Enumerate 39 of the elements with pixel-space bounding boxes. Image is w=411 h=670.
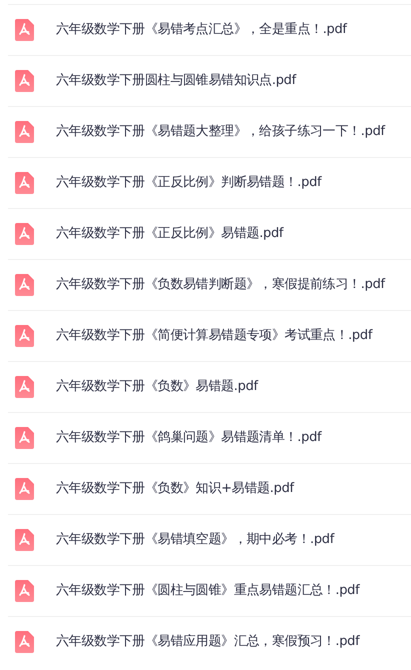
file-row[interactable]: 六年级数学下册《负数》易错题.pdf bbox=[8, 361, 411, 412]
pdf-file-icon bbox=[15, 376, 34, 398]
pdf-file-icon bbox=[15, 325, 34, 347]
pdf-file-icon bbox=[15, 19, 34, 41]
pdf-file-icon bbox=[15, 478, 34, 500]
pdf-file-icon bbox=[15, 529, 34, 551]
pdf-file-icon bbox=[15, 223, 34, 245]
file-row[interactable]: 六年级数学下册《易错题大整理》，给孩子练习一下！.pdf bbox=[8, 106, 411, 157]
file-name: 六年级数学下册《易错考点汇总》，全是重点！.pdf bbox=[56, 21, 347, 40]
file-row[interactable]: 六年级数学下册《负数》知识+易错题.pdf bbox=[8, 463, 411, 514]
file-row[interactable]: 六年级数学下册《正反比例》易错题.pdf bbox=[8, 208, 411, 259]
file-row[interactable]: 六年级数学下册圆柱与圆锥易错知识点.pdf bbox=[8, 55, 411, 106]
file-name: 六年级数学下册圆柱与圆锥易错知识点.pdf bbox=[56, 72, 296, 90]
file-row[interactable]: 六年级数学下册《正反比例》判断易错题！.pdf bbox=[8, 157, 411, 208]
file-name: 六年级数学下册《负数易错判断题》，寒假提前练习！.pdf bbox=[56, 276, 385, 294]
file-name: 六年级数学下册《负数》知识+易错题.pdf bbox=[56, 480, 294, 498]
pdf-file-icon bbox=[15, 121, 34, 143]
file-name: 六年级数学下册《简便计算易错题专项》考试重点！.pdf bbox=[56, 327, 372, 346]
file-name: 六年级数学下册《正反比例》判断易错题！.pdf bbox=[56, 174, 322, 192]
file-name: 六年级数学下册《易错题大整理》，给孩子练习一下！.pdf bbox=[56, 123, 385, 142]
file-name: 六年级数学下册《易错填空题》，期中必考！.pdf bbox=[56, 531, 334, 550]
file-name: 六年级数学下册《易错应用题》汇总，寒假预习！.pdf bbox=[56, 633, 360, 652]
file-row[interactable]: 六年级数学下册《易错应用题》汇总，寒假预习！.pdf bbox=[8, 616, 411, 667]
pdf-file-icon bbox=[15, 172, 34, 194]
file-name: 六年级数学下册《鸽巢问题》易错题清单！.pdf bbox=[56, 429, 322, 448]
pdf-file-icon bbox=[15, 631, 34, 653]
pdf-file-icon bbox=[15, 274, 34, 296]
file-name: 六年级数学下册《正反比例》易错题.pdf bbox=[56, 225, 284, 244]
pdf-file-icon bbox=[15, 70, 34, 92]
file-name: 六年级数学下册《负数》易错题.pdf bbox=[56, 378, 258, 396]
pdf-file-icon bbox=[15, 580, 34, 602]
file-row[interactable]: 六年级数学下册《鸽巢问题》易错题清单！.pdf bbox=[8, 412, 411, 463]
file-row[interactable]: 六年级数学下册《简便计算易错题专项》考试重点！.pdf bbox=[8, 310, 411, 361]
pdf-file-icon bbox=[15, 427, 34, 449]
file-row[interactable]: 六年级数学下册《负数易错判断题》，寒假提前练习！.pdf bbox=[8, 259, 411, 310]
file-name: 六年级数学下册《圆柱与圆锥》重点易错题汇总！.pdf bbox=[56, 582, 360, 600]
file-row[interactable]: 六年级数学下册《易错填空题》，期中必考！.pdf bbox=[8, 514, 411, 565]
file-row[interactable]: 六年级数学下册《易错考点汇总》，全是重点！.pdf bbox=[8, 4, 411, 55]
file-row[interactable]: 六年级数学下册《圆柱与圆锥》重点易错题汇总！.pdf bbox=[8, 565, 411, 616]
